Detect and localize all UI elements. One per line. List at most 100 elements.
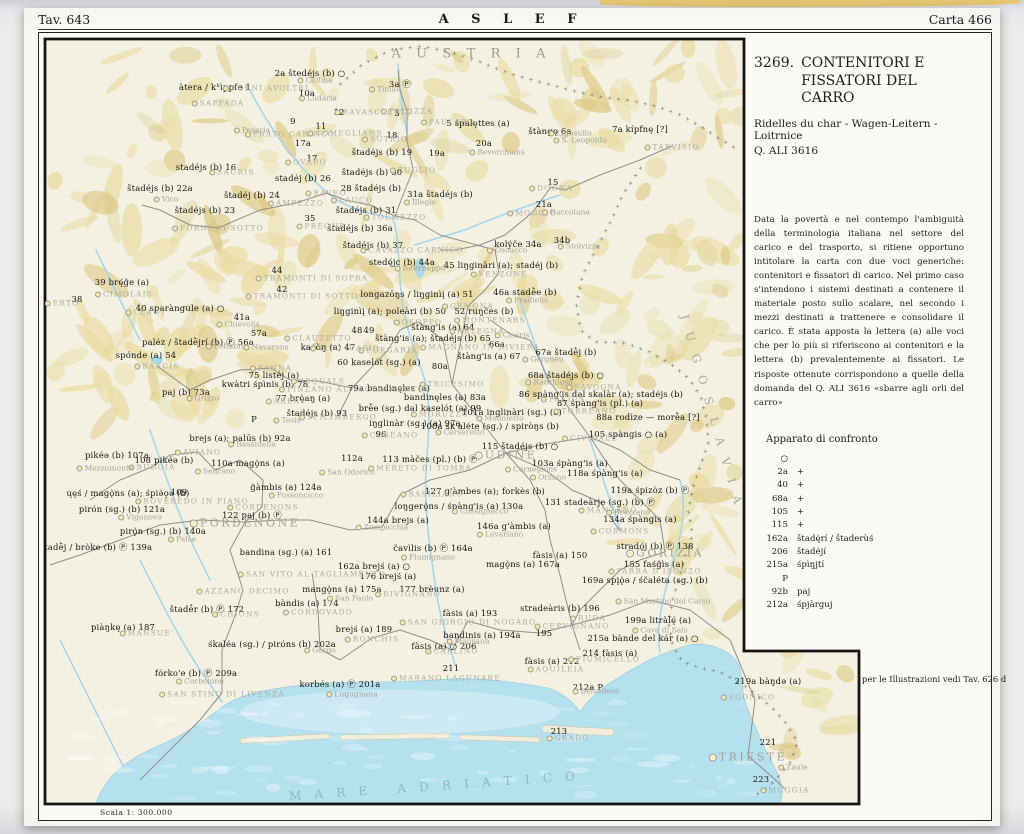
- town-dot-icon: [175, 449, 181, 455]
- map-place-label: CHIONS: [212, 610, 260, 619]
- town-dot-icon: [721, 694, 727, 700]
- apparato-point-number: 212a: [754, 599, 788, 612]
- town-dot-icon: [187, 395, 193, 401]
- apparato-point-number: 68a: [754, 493, 788, 506]
- map-point-label: 60 kaselót (sg.) (a): [337, 357, 420, 367]
- map-place-label: ROVEREDO IN PIANO: [135, 497, 248, 506]
- town-dot-icon: [369, 86, 375, 92]
- town-dot-icon: [120, 630, 126, 636]
- town-dot-icon: [591, 528, 597, 534]
- map-place-label: Modoletto: [476, 414, 523, 423]
- map-place-label: Interneppo: [395, 264, 446, 273]
- map-place-label: MUGGIA: [760, 786, 809, 795]
- map-place-label: Sedrano: [195, 467, 235, 476]
- map-place-label: San Odorico: [319, 468, 375, 477]
- map-place-label: Osoacco: [487, 246, 527, 255]
- map-place-label: San Martino del Carso: [616, 597, 711, 606]
- map-point-label: 223: [753, 774, 770, 784]
- apparato-list: ○2a+40+68a+105+115+162aštadę̀rí / štader…: [754, 453, 964, 613]
- town-dot-icon: [395, 265, 401, 271]
- town-dot-icon: [421, 119, 427, 125]
- town-dot-icon: [558, 243, 564, 249]
- map-place-label: Basaldella: [228, 440, 276, 449]
- map-place-label: OSOPPO: [394, 318, 442, 327]
- map-place-label: CLAUZETTO: [284, 334, 352, 343]
- map-point-label: mangǫ̀ns (a) 175a: [302, 584, 381, 594]
- map-place-label: FORNI AVOLTRI: [223, 84, 309, 93]
- map-point-label: 169a spįǫ̀ǝ / śčaléta (sg.) (b): [582, 575, 708, 585]
- apparato-point-number: 162a: [754, 533, 788, 546]
- map-place-label: Timau: [369, 85, 401, 94]
- map-place-label: Lavariano: [477, 530, 523, 539]
- town-dot-icon: [562, 435, 568, 441]
- map-place-label: SPILIMBERGO: [299, 413, 377, 422]
- map-place-label: S. Leopoldo: [553, 136, 606, 145]
- map-place-label: TORREANO: [554, 407, 617, 416]
- town-dot-icon: [360, 247, 366, 253]
- town-dot-icon: [469, 149, 475, 155]
- map-point-label: 219a bàŋdǝ (a): [735, 676, 802, 686]
- map-place-label: ERTO: [45, 299, 80, 308]
- map-point-label: 112a: [341, 453, 363, 463]
- town-dot-icon: [159, 691, 165, 697]
- map-place-label: RUDA: [570, 614, 606, 623]
- map-place-label: Vigonovo: [118, 513, 162, 522]
- town-dot-icon: [476, 415, 482, 421]
- town-dot-icon: [209, 169, 215, 175]
- apparato-point-number: 2a: [754, 466, 788, 479]
- town-dot-icon: [506, 297, 512, 303]
- map-place-label: SAPPADA: [192, 99, 245, 108]
- map-place-label: Flumignano: [401, 553, 455, 562]
- town-dot-icon: [404, 199, 410, 205]
- map-place-label: SAVOGNA: [566, 383, 621, 392]
- map-place-label: OVARO: [285, 158, 327, 167]
- apparato-form: +: [797, 466, 964, 479]
- town-dot-icon: [245, 131, 251, 137]
- map-place-label: Palse: [168, 535, 196, 544]
- map-point-label: štadéjs (b) 22a: [127, 183, 193, 193]
- map-point-label: 119a śpizòz (b) Ⓟ: [611, 484, 690, 496]
- apparato-row: 68a+: [754, 493, 964, 506]
- town-dot-icon: [125, 309, 131, 315]
- map-place-label: VENZONE: [471, 270, 528, 279]
- map-place-label: BASILIANO: [400, 490, 463, 499]
- town-dot-icon: [285, 159, 291, 165]
- map-place-label: CERVIGNANO: [535, 622, 610, 631]
- map-place-label: SUTRIO: [362, 135, 408, 144]
- town-dot-icon: [644, 144, 650, 150]
- map-place-label: CIVIDALE: [562, 434, 618, 443]
- map-place-label: RIVIGNANO: [375, 590, 441, 599]
- map-place-label: Vico: [154, 195, 179, 204]
- town-dot-icon: [223, 85, 229, 91]
- map-subtitle: Ridelles du char - Wagen-Leitern - Loitr…: [754, 118, 964, 142]
- town-dot-icon: [212, 611, 218, 617]
- map-place-label: Malisana: [446, 637, 489, 646]
- map-place-label: SGONICO: [721, 693, 776, 702]
- apparato-point-number: 40: [754, 479, 788, 492]
- map-place-label: ARBA: [266, 397, 300, 406]
- map-place-label: FARRA D'ISONZO: [608, 567, 701, 576]
- map-point-label: 49: [363, 325, 374, 335]
- map-point-label: bandina (sg.) (a) 161: [240, 547, 333, 557]
- map-place-label: MAGNANO IN RIVIERA: [420, 343, 540, 352]
- map-place-label: TRIESTE: [709, 751, 787, 764]
- town-dot-icon: [246, 293, 252, 299]
- town-dot-icon: [553, 137, 559, 143]
- map-title-text: CONTENITORI E FISSATORI DEL CARRO: [801, 55, 964, 108]
- map-place-label: Pradielis: [506, 296, 548, 305]
- commentary-text: Data la povertà e nel contempo l'ambigui…: [754, 213, 964, 410]
- map-place-label: SAURIS: [209, 168, 254, 177]
- town-dot-icon: [283, 609, 289, 615]
- map-place-label: Stolvizza: [558, 242, 601, 251]
- apparato-form: +: [797, 506, 964, 519]
- town-dot-icon: [172, 225, 178, 231]
- town-dot-icon: [528, 666, 534, 672]
- map-place-label: UDINE: [475, 449, 538, 462]
- town-dot-icon: [345, 636, 351, 642]
- apparato-row: ○: [754, 453, 964, 466]
- town-dot-icon: [206, 343, 212, 349]
- town-dot-icon: [45, 300, 51, 306]
- town-dot-icon: [307, 130, 313, 136]
- map-place-label: AVIANO: [175, 448, 221, 457]
- town-dot-icon: [606, 509, 612, 515]
